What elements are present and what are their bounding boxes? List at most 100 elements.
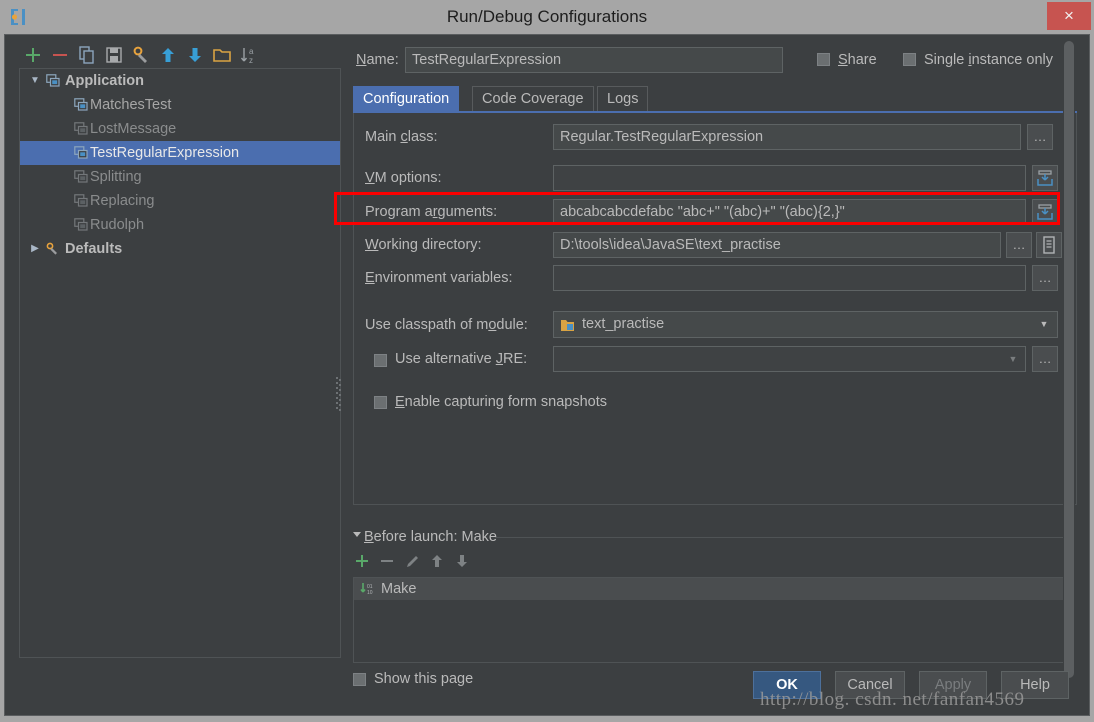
tree-item-label: Defaults bbox=[65, 241, 123, 257]
application-config-icon bbox=[74, 194, 88, 207]
copy-configuration-button[interactable] bbox=[77, 45, 97, 65]
application-config-icon bbox=[74, 146, 88, 159]
window-title: Run/Debug Configurations bbox=[446, 7, 648, 26]
main-class-label: Main class: bbox=[365, 129, 438, 145]
pencil-icon[interactable] bbox=[403, 551, 421, 571]
tree-toolbar: a z bbox=[19, 41, 341, 68]
task-move-up-button[interactable] bbox=[428, 551, 446, 571]
before-launch-toolbar bbox=[353, 551, 553, 573]
before-launch-task-list[interactable]: 01 10 Make bbox=[353, 577, 1067, 663]
expand-editor-icon bbox=[1037, 170, 1053, 186]
tab-logs[interactable]: Logs bbox=[597, 86, 649, 112]
name-input[interactable]: TestRegularExpression bbox=[405, 47, 783, 73]
remove-task-button[interactable] bbox=[378, 551, 396, 571]
application-config-icon bbox=[74, 170, 88, 183]
close-icon[interactable]: × bbox=[1047, 2, 1091, 30]
environment-variables-browse-button[interactable]: … bbox=[1032, 265, 1058, 291]
panel-splitter[interactable] bbox=[335, 375, 342, 415]
create-folder-button[interactable] bbox=[212, 45, 232, 65]
vm-options-label: VM options: bbox=[365, 170, 442, 186]
tree-item-matchestest[interactable]: MatchesTest bbox=[20, 93, 340, 117]
tab-code-coverage[interactable]: Code Coverage bbox=[472, 86, 594, 112]
add-configuration-button[interactable] bbox=[23, 45, 43, 65]
working-directory-browse-button[interactable]: … bbox=[1006, 232, 1032, 258]
move-down-button[interactable] bbox=[185, 45, 205, 65]
tree-item-defaults[interactable]: ▶ Defaults bbox=[20, 237, 340, 261]
tree-item-label: LostMessage bbox=[90, 121, 177, 137]
task-move-down-button[interactable] bbox=[453, 551, 471, 571]
tree-item-replacing[interactable]: Replacing bbox=[20, 189, 340, 213]
program-arguments-expand-button[interactable] bbox=[1032, 199, 1058, 225]
alternative-jre-checkbox[interactable] bbox=[374, 354, 387, 367]
tree-item-label: Application bbox=[65, 73, 144, 89]
configuration-content-panel: Name: TestRegularExpression Share Single… bbox=[345, 41, 1085, 687]
tree-item-label: Splitting bbox=[90, 169, 142, 185]
remove-configuration-button[interactable] bbox=[50, 45, 70, 65]
vm-options-expand-button[interactable] bbox=[1032, 165, 1058, 191]
working-directory-macro-button[interactable] bbox=[1036, 232, 1062, 258]
configurations-tree[interactable]: ▼ Application MatchesTest LostMessage TestRe… bbox=[19, 68, 341, 658]
tree-item-lostmessage[interactable]: LostMessage bbox=[20, 117, 340, 141]
share-checkbox[interactable] bbox=[817, 53, 830, 66]
title-bar: Run/Debug Configurations × bbox=[0, 0, 1094, 34]
single-instance-checkbox[interactable] bbox=[903, 53, 916, 66]
chevron-down-icon[interactable]: ▼ bbox=[28, 69, 42, 93]
program-arguments-label: Program arguments: bbox=[365, 204, 498, 220]
application-config-icon bbox=[74, 98, 88, 111]
working-directory-input[interactable]: D:\tools\idea\JavaSE\text_practise bbox=[553, 232, 1001, 258]
classpath-module-value: text_practise bbox=[582, 316, 665, 332]
configurations-tree-panel: a z ▼ Application MatchesTest LostMessage Te… bbox=[19, 41, 341, 658]
alternative-jre-label: Use alternative JRE: bbox=[395, 351, 528, 367]
tree-item-label: Replacing bbox=[90, 193, 155, 209]
tree-item-splitting[interactable]: Splitting bbox=[20, 165, 340, 189]
tree-item-label: TestRegularExpression bbox=[90, 145, 240, 161]
svg-text:a: a bbox=[249, 47, 254, 56]
tree-item-application[interactable]: ▼ Application bbox=[20, 69, 340, 93]
application-config-icon bbox=[74, 218, 88, 231]
tree-item-testregularexpression[interactable]: TestRegularExpression bbox=[20, 141, 340, 165]
sort-configurations-button[interactable]: a z bbox=[239, 45, 259, 65]
move-up-button[interactable] bbox=[158, 45, 178, 65]
wrench-icon bbox=[46, 242, 57, 255]
alternative-jre-combobox[interactable]: ▼ bbox=[553, 346, 1026, 372]
list-item[interactable]: 01 10 Make bbox=[354, 578, 1066, 600]
name-label: Name: bbox=[356, 52, 399, 68]
classpath-module-combobox[interactable]: text_practise ▼ bbox=[553, 311, 1058, 338]
working-directory-label: Working directory: bbox=[365, 237, 482, 253]
chevron-right-icon[interactable]: ▶ bbox=[28, 237, 42, 261]
add-task-button[interactable] bbox=[353, 551, 371, 571]
tab-configuration[interactable]: Configuration bbox=[353, 86, 460, 112]
classpath-module-label: Use classpath of module: bbox=[365, 317, 528, 333]
vm-options-input[interactable] bbox=[553, 165, 1026, 191]
main-class-browse-button[interactable]: … bbox=[1027, 124, 1053, 150]
wrench-icon[interactable] bbox=[131, 45, 151, 65]
before-launch-title: Before launch: Make bbox=[364, 529, 497, 545]
environment-variables-label: Environment variables: bbox=[365, 270, 513, 286]
compile-make-icon: 01 10 bbox=[360, 583, 373, 596]
before-launch-collapse-arrow[interactable] bbox=[353, 532, 361, 537]
svg-text:z: z bbox=[249, 56, 253, 65]
configuration-tab-panel: Main class: Regular.TestRegularExpressio… bbox=[353, 113, 1077, 505]
main-class-input[interactable]: Regular.TestRegularExpression bbox=[553, 124, 1021, 150]
dialog-body: a z ▼ Application MatchesTest LostMessage Te… bbox=[4, 34, 1090, 716]
svg-text:10: 10 bbox=[367, 590, 373, 596]
chevron-down-icon[interactable]: ▼ bbox=[1035, 312, 1053, 337]
tree-item-rudolph[interactable]: Rudolph bbox=[20, 213, 340, 237]
form-snapshots-checkbox[interactable] bbox=[374, 396, 387, 409]
form-snapshots-label: Enable capturing form snapshots bbox=[395, 394, 607, 410]
share-label: Share bbox=[838, 52, 877, 68]
scrollbar-thumb[interactable] bbox=[1064, 41, 1074, 678]
save-configuration-button[interactable] bbox=[104, 45, 124, 65]
module-icon bbox=[561, 320, 574, 331]
alternative-jre-browse-button[interactable]: … bbox=[1032, 346, 1058, 372]
before-launch-separator bbox=[495, 537, 1067, 538]
tree-item-label: MatchesTest bbox=[90, 97, 172, 113]
application-config-icon bbox=[74, 122, 88, 135]
insert-macro-icon bbox=[1043, 236, 1055, 254]
environment-variables-input[interactable] bbox=[553, 265, 1026, 291]
program-arguments-input[interactable]: abcabcabcdefabc "abc+" "(abc)+" "(abc){2… bbox=[553, 199, 1026, 225]
tab-bar: Configuration Code Coverage Logs bbox=[353, 86, 1077, 112]
chevron-down-icon[interactable]: ▼ bbox=[1005, 347, 1021, 371]
application-config-icon bbox=[46, 74, 60, 87]
vertical-scrollbar[interactable] bbox=[1063, 41, 1075, 678]
